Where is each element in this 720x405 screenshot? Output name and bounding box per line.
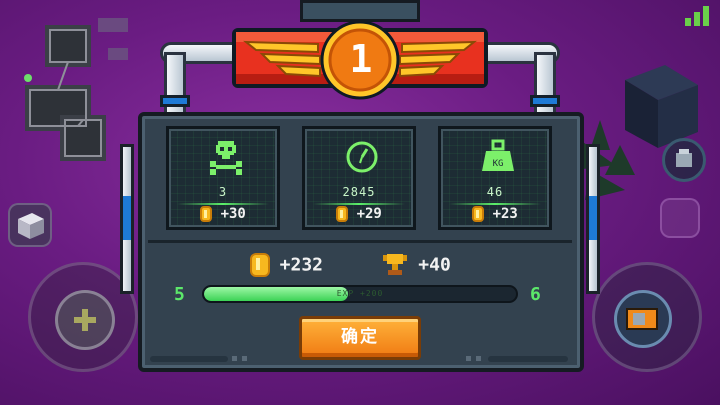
time-coins: +29 (356, 206, 382, 222)
crate-button[interactable] (8, 203, 52, 247)
experience-bar: EXP +200 (202, 285, 518, 303)
weapon-button[interactable] (614, 290, 672, 348)
coin-icon (472, 206, 485, 222)
card-glow-line (177, 203, 269, 205)
crate-icon (18, 213, 44, 239)
rank-number: 1 (349, 37, 373, 81)
bomb-button[interactable] (662, 138, 706, 182)
coin-icon (336, 206, 349, 222)
experience-label: EXP +200 (336, 289, 384, 298)
panel-deco-dot (476, 356, 481, 361)
divider (148, 240, 572, 243)
total-trophies: +40 (418, 254, 451, 276)
panel-deco-dot (242, 356, 247, 361)
stat-card-kills: 3 +30 (166, 126, 280, 230)
skill-button[interactable] (660, 198, 700, 238)
bomb-icon (676, 149, 692, 167)
weight-icon: KG (482, 139, 514, 171)
panel-deco-left (150, 356, 228, 362)
card-glow-line (449, 203, 541, 205)
trophy-icon (382, 254, 407, 275)
kills-coin-reward: +30 (169, 206, 277, 222)
reward-totals: +232 +40 (250, 252, 490, 280)
panel-deco-dot (466, 356, 471, 361)
current-level: 5 (174, 284, 185, 305)
pipe-joint-right (530, 95, 560, 107)
time-coin-reward: +29 (305, 206, 413, 222)
gun-icon (626, 308, 658, 330)
pipe-joint-left (160, 95, 190, 107)
next-level: 6 (530, 284, 541, 305)
weight-value: 46 (486, 185, 504, 199)
side-rail-left-accent (123, 196, 131, 240)
card-glow-line (313, 203, 405, 205)
kills-value: 3 (218, 185, 228, 199)
weight-coin-reward: +23 (441, 206, 549, 222)
coin-icon (250, 253, 270, 277)
time-value: 2845 (342, 185, 376, 199)
total-coins: +232 (279, 254, 323, 276)
side-rail-right-accent (589, 196, 597, 240)
stat-card-time: 2845 +29 (302, 126, 416, 230)
plus-icon (74, 309, 96, 331)
panel-deco-right (488, 356, 568, 362)
confirm-button[interactable]: 确定 (299, 316, 421, 360)
weight-coins: +23 (492, 206, 518, 222)
top-connector (300, 0, 420, 22)
stat-card-weight: KG 46 +23 (438, 126, 552, 230)
weight-icon-label: KG (493, 159, 504, 169)
clock-icon (346, 141, 378, 173)
signal-icon (685, 6, 709, 26)
minimap (24, 18, 128, 161)
skull-icon (210, 141, 242, 175)
kills-coins: +30 (220, 206, 246, 222)
coin-icon (200, 206, 213, 222)
joystick-knob[interactable] (55, 290, 115, 350)
panel-deco-dot (232, 356, 237, 361)
